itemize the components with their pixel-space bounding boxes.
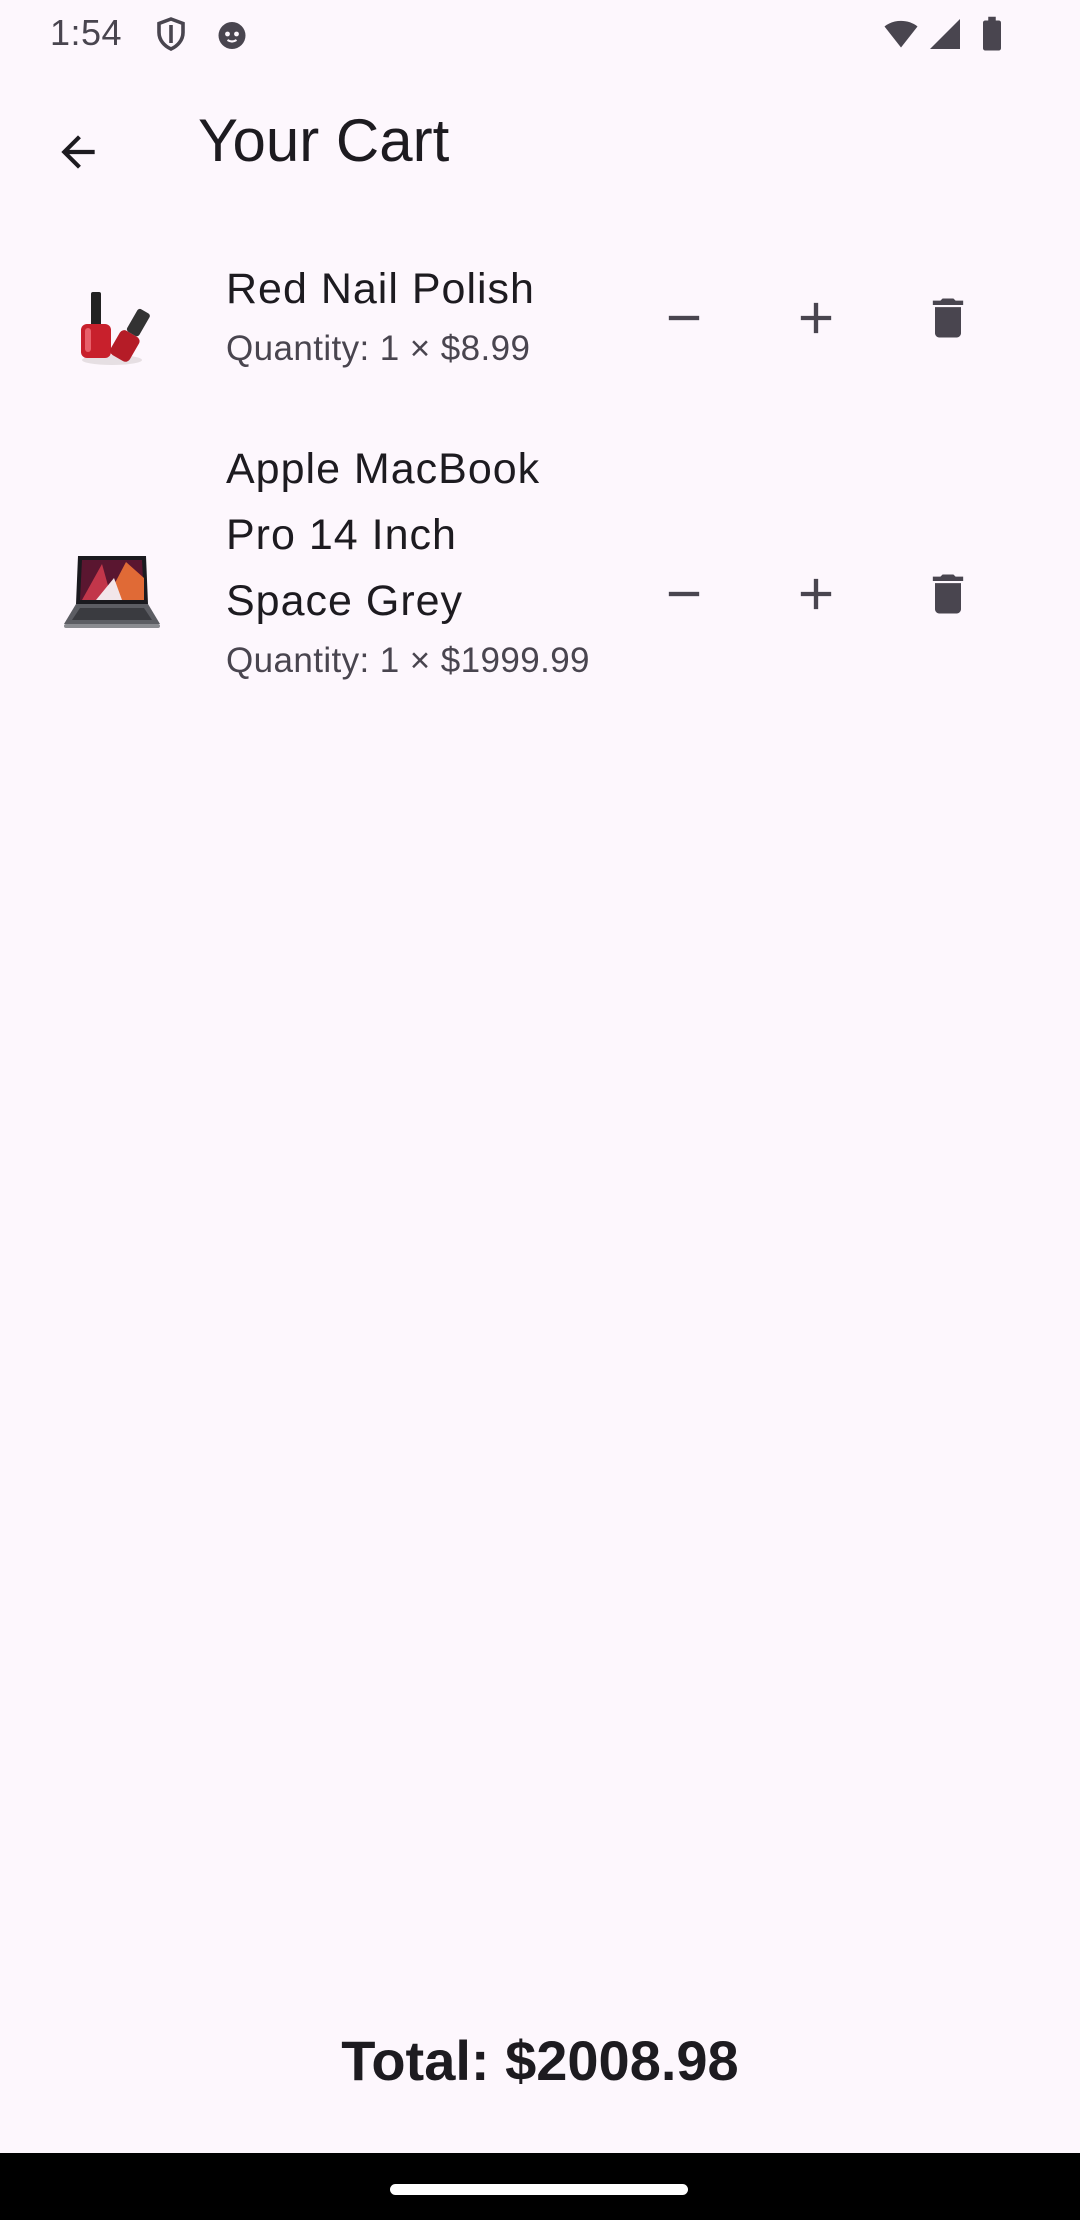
page-title: Your Cart [198,107,450,174]
status-time: 1:54 [50,12,123,53]
system-navigation-bar [0,2153,1080,2220]
arrow-back-icon [61,135,95,169]
battery-icon [983,16,1001,51]
cart-item: Apple MacBook Pro 14 Inch Space Grey Qua… [0,436,1080,756]
app-bar: Your Cart [0,66,1080,220]
wifi-icon [884,20,918,48]
cart-total: Total: $2008.98 [341,2029,739,2092]
home-gesture-handle[interactable] [390,2184,688,2195]
trash-icon [932,298,964,338]
decrease-quantity-button[interactable] [636,270,732,366]
increase-quantity-button[interactable] [768,546,864,642]
item-quantity: Quantity: 1 × $8.99 [226,329,531,368]
cart-item: Red Nail Polish Quantity: 1 × $8.99 [0,250,1080,390]
delete-item-button[interactable] [900,546,996,642]
status-bar: 1:54 [0,0,1080,66]
item-text: Apple MacBook Pro 14 Inch Space Grey Qua… [226,436,596,688]
trash-icon [932,574,964,614]
back-button[interactable] [36,110,120,194]
plus-icon [800,302,832,334]
signal-icon [930,19,960,49]
delete-item-button[interactable] [900,270,996,366]
increase-quantity-button[interactable] [768,270,864,366]
plus-icon [800,578,832,610]
nail-polish-image [81,292,150,365]
minus-icon [668,591,700,597]
item-text: Red Nail Polish Quantity: 1 × $8.99 [226,256,596,376]
decrease-quantity-button[interactable] [636,546,732,642]
cat-face-icon [218,22,246,49]
minus-icon [668,315,700,321]
item-quantity: Quantity: 1 × $1999.99 [226,641,590,680]
item-name: Red Nail Polish [226,265,535,313]
item-name: Apple MacBook Pro 14 Inch Space Grey [226,445,541,625]
shield-icon [157,17,185,51]
laptop-image [64,556,160,628]
